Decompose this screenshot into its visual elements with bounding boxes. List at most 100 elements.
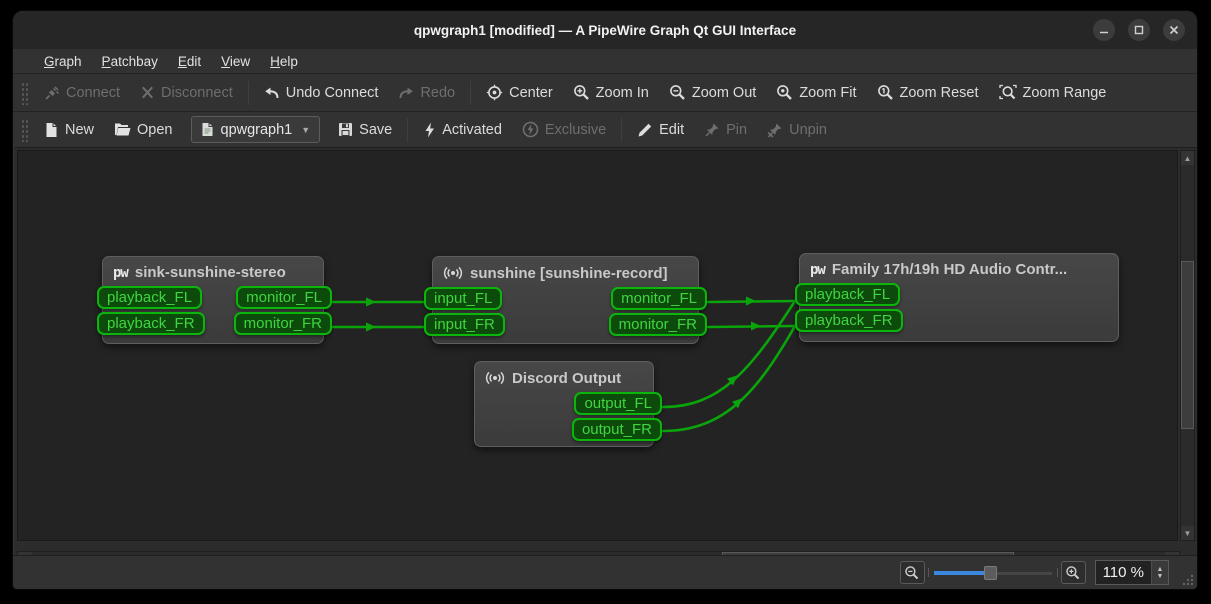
zoom-reset-label: Zoom Reset bbox=[900, 85, 979, 101]
connection-wires bbox=[18, 151, 1178, 541]
open-button[interactable]: Open bbox=[104, 115, 182, 145]
node-title: sunshine [sunshine-record] bbox=[433, 257, 698, 287]
pin-button[interactable]: Pin bbox=[694, 115, 757, 145]
maximize-button[interactable] bbox=[1128, 19, 1150, 41]
node-family-hd-audio[interactable]: pw Family 17h/19h HD Audio Contr... play… bbox=[799, 253, 1119, 342]
vertical-scrollbar[interactable]: ▲ ▼ bbox=[1180, 150, 1195, 541]
new-file-icon bbox=[44, 122, 59, 138]
zoom-reset-icon bbox=[877, 84, 894, 101]
port-out[interactable]: output_FR bbox=[572, 418, 662, 441]
vertical-scroll-thumb[interactable] bbox=[1181, 261, 1194, 429]
node-title: Discord Output bbox=[475, 362, 653, 392]
new-label: New bbox=[65, 122, 94, 138]
wire-arrowhead bbox=[366, 323, 376, 332]
activated-button[interactable]: Activated bbox=[413, 115, 512, 145]
save-button[interactable]: Save bbox=[328, 115, 402, 145]
zoom-in-label: Zoom In bbox=[596, 85, 649, 101]
redo-button[interactable]: Redo bbox=[388, 78, 465, 108]
window-title: qpwgraph1 [modified] — A PipeWire Graph … bbox=[414, 23, 796, 38]
node-sink-sunshine-stereo[interactable]: pw sink-sunshine-stereo playback_FL play… bbox=[102, 256, 324, 344]
close-button[interactable] bbox=[1163, 19, 1185, 41]
port-in[interactable]: playback_FR bbox=[97, 312, 205, 335]
statusbar: 110 % ▲ ▼ bbox=[13, 555, 1197, 589]
chevron-down-icon: ▼ bbox=[301, 125, 310, 135]
port-out[interactable]: monitor_FL bbox=[236, 286, 332, 309]
port-out[interactable]: monitor_FR bbox=[234, 312, 332, 335]
menu-edit[interactable]: Edit bbox=[169, 52, 210, 71]
zoom-in-button[interactable]: Zoom In bbox=[563, 78, 659, 108]
zoom-percent-spinbox[interactable]: 110 % ▲ ▼ bbox=[1095, 560, 1169, 585]
graph-canvas[interactable]: pw sink-sunshine-stereo playback_FL play… bbox=[17, 150, 1178, 541]
scroll-down-button[interactable]: ▼ bbox=[1181, 526, 1194, 540]
toolbar-separator bbox=[470, 81, 471, 105]
toolbar-separator bbox=[621, 118, 622, 142]
menu-help[interactable]: Help bbox=[261, 52, 307, 71]
zoom-out-icon bbox=[669, 84, 686, 101]
titlebar: qpwgraph1 [modified] — A PipeWire Graph … bbox=[13, 11, 1197, 49]
center-button[interactable]: Center bbox=[476, 78, 563, 108]
edit-icon bbox=[637, 122, 653, 138]
scroll-up-button[interactable]: ▲ bbox=[1181, 151, 1194, 165]
exclusive-button[interactable]: Exclusive bbox=[512, 115, 616, 145]
node-title-text: sink-sunshine-stereo bbox=[135, 264, 286, 281]
slider-handle[interactable] bbox=[984, 566, 997, 580]
unpin-icon bbox=[767, 122, 783, 138]
new-button[interactable]: New bbox=[34, 115, 104, 145]
slider-tick bbox=[1057, 568, 1058, 577]
pin-label: Pin bbox=[726, 122, 747, 138]
zoom-range-button[interactable]: Zoom Range bbox=[989, 78, 1117, 108]
port-in[interactable]: input_FL bbox=[424, 287, 502, 310]
menu-view[interactable]: View bbox=[212, 52, 259, 71]
zoom-reset-button[interactable]: Zoom Reset bbox=[867, 78, 989, 108]
port-in[interactable]: input_FR bbox=[424, 313, 505, 336]
patchbay-toolbar: New Open qpwgraph1 ▼ Save Activated Excl… bbox=[13, 111, 1197, 147]
minimize-icon bbox=[1099, 25, 1109, 35]
disconnect-label: Disconnect bbox=[161, 85, 233, 101]
menu-graph[interactable]: Graph bbox=[35, 52, 91, 71]
magnifier-plus-icon bbox=[1065, 565, 1081, 581]
toolbar-drag-handle[interactable] bbox=[21, 118, 28, 142]
toolbar-drag-handle[interactable] bbox=[21, 81, 28, 105]
redo-label: Redo bbox=[420, 85, 455, 101]
spinbox-arrows[interactable]: ▲ ▼ bbox=[1151, 561, 1168, 584]
wire-arrowhead bbox=[751, 322, 761, 331]
patchbay-select-value: qpwgraph1 bbox=[221, 122, 293, 138]
resize-grip[interactable] bbox=[1181, 573, 1194, 586]
zoom-fit-button[interactable]: Zoom Fit bbox=[766, 78, 866, 108]
statusbar-zoom-out-button[interactable] bbox=[900, 561, 925, 584]
node-title-text: Discord Output bbox=[512, 370, 621, 387]
window-controls bbox=[1093, 19, 1185, 41]
port-out[interactable]: monitor_FR bbox=[609, 313, 707, 336]
wire-arrowhead bbox=[746, 297, 756, 306]
patchbay-select[interactable]: qpwgraph1 ▼ bbox=[191, 116, 321, 143]
node-discord-output[interactable]: Discord Output output_FL output_FR bbox=[474, 361, 654, 447]
node-sunshine[interactable]: sunshine [sunshine-record] input_FL inpu… bbox=[432, 256, 699, 344]
statusbar-zoom-in-button[interactable] bbox=[1061, 561, 1086, 584]
port-out[interactable]: monitor_FL bbox=[611, 287, 707, 310]
edit-button[interactable]: Edit bbox=[627, 115, 694, 145]
port-in[interactable]: playback_FL bbox=[97, 286, 202, 309]
slider-tick bbox=[928, 568, 929, 577]
undo-connect-button[interactable]: Undo Connect bbox=[254, 78, 389, 108]
slider-fill bbox=[934, 571, 989, 575]
connect-icon bbox=[44, 85, 60, 101]
menu-patchbay[interactable]: Patchbay bbox=[93, 52, 167, 71]
node-title: pw sink-sunshine-stereo bbox=[103, 257, 323, 286]
connect-button[interactable]: Connect bbox=[34, 78, 130, 108]
port-in[interactable]: playback_FL bbox=[795, 283, 900, 306]
center-label: Center bbox=[509, 85, 553, 101]
port-out[interactable]: output_FL bbox=[574, 392, 662, 415]
zoom-out-button[interactable]: Zoom Out bbox=[659, 78, 766, 108]
zoom-slider[interactable] bbox=[934, 564, 1052, 582]
disconnect-button[interactable]: Disconnect bbox=[130, 78, 243, 108]
spin-up-icon[interactable]: ▲ bbox=[1157, 566, 1164, 573]
spin-down-icon[interactable]: ▼ bbox=[1157, 573, 1164, 580]
close-icon bbox=[1169, 25, 1179, 35]
undo-connect-label: Undo Connect bbox=[286, 85, 379, 101]
pipewire-icon: pw bbox=[113, 265, 128, 281]
port-in[interactable]: playback_FR bbox=[795, 309, 903, 332]
unpin-button[interactable]: Unpin bbox=[757, 115, 837, 145]
open-label: Open bbox=[137, 122, 172, 138]
toolbar-separator bbox=[407, 118, 408, 142]
minimize-button[interactable] bbox=[1093, 19, 1115, 41]
